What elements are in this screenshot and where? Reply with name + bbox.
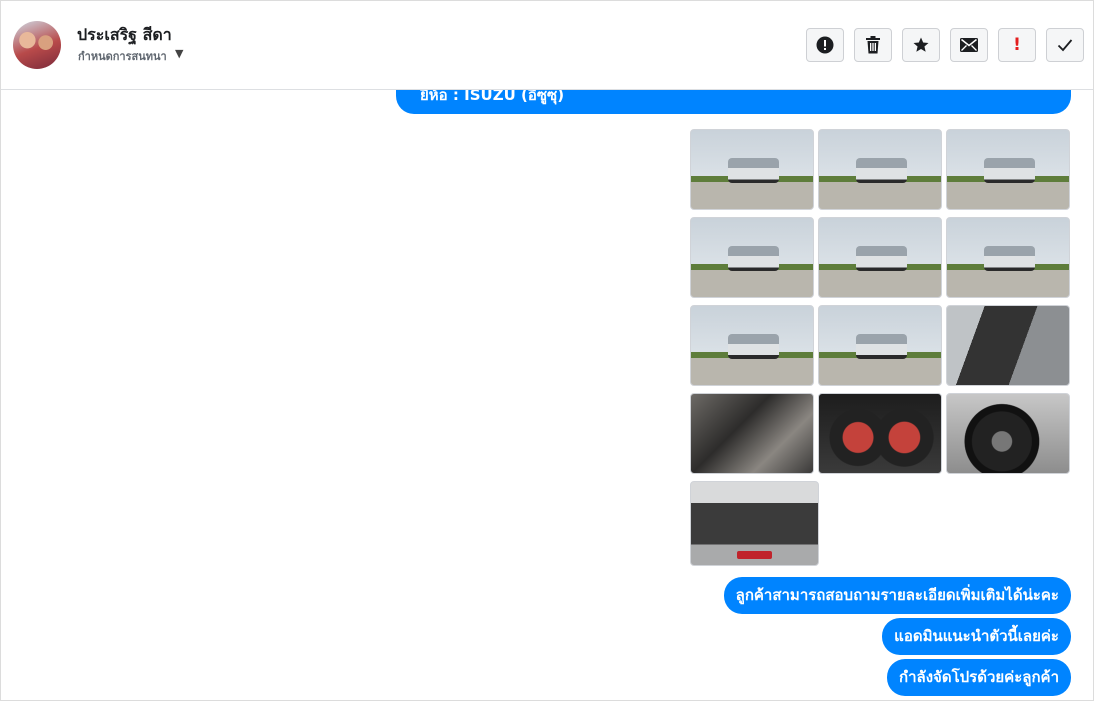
vehicle-photo-10[interactable] <box>690 393 814 474</box>
message-bubble[interactable]: กำลังจัดโปรด้วยค่ะลูกค้า <box>887 659 1071 696</box>
vehicle-photo-7[interactable] <box>690 305 814 386</box>
conversation-header: ประเสริฐ สีดา กำหนดการสนทนา ▼ ! <box>1 1 1093 90</box>
red-exclamation-icon: ! <box>1013 35 1021 55</box>
mark-spam-button[interactable] <box>806 28 844 62</box>
contact-avatar[interactable] <box>13 21 61 69</box>
mark-unread-button[interactable] <box>950 28 988 62</box>
vehicle-photo-5[interactable] <box>818 217 942 298</box>
checkmark-icon <box>1057 39 1073 52</box>
caret-down-icon[interactable]: ▼ <box>175 47 183 60</box>
mark-done-button[interactable] <box>1046 28 1084 62</box>
trash-icon <box>866 36 880 54</box>
exclamation-circle-icon <box>816 36 834 54</box>
vehicle-photo-9[interactable] <box>946 305 1070 386</box>
conversation-window: ประเสริฐ สีดา กำหนดการสนทนา ▼ ! ยี่ห้อ:… <box>0 0 1094 701</box>
vehicle-photo-13[interactable] <box>690 481 819 566</box>
message-bubble[interactable]: ลูกค้าสามารถสอบถามรายละเอียดเพิ่มเติมได้… <box>723 577 1071 614</box>
vehicle-photo-11[interactable] <box>818 393 942 474</box>
message-bubble[interactable]: แอดมินแนะนำตัวนี้เลยค่ะ <box>882 618 1071 655</box>
contact-name[interactable]: ประเสริฐ สีดา <box>77 23 172 48</box>
vehicle-photo-3[interactable] <box>946 129 1070 210</box>
follow-up-button[interactable]: ! <box>998 28 1036 62</box>
vehicle-photo-12[interactable] <box>946 393 1070 474</box>
star-icon <box>913 37 929 52</box>
vehicle-photo-4[interactable] <box>690 217 814 298</box>
vehicle-photo-8[interactable] <box>818 305 942 386</box>
vehicle-photo-2[interactable] <box>818 129 942 210</box>
vehicle-photo-6[interactable] <box>946 217 1070 298</box>
delete-button[interactable] <box>854 28 892 62</box>
vehicle-photo-1[interactable] <box>690 129 814 210</box>
assign-conversation-dropdown[interactable]: กำหนดการสนทนา <box>78 47 167 65</box>
envelope-icon <box>960 38 978 52</box>
star-button[interactable] <box>902 28 940 62</box>
